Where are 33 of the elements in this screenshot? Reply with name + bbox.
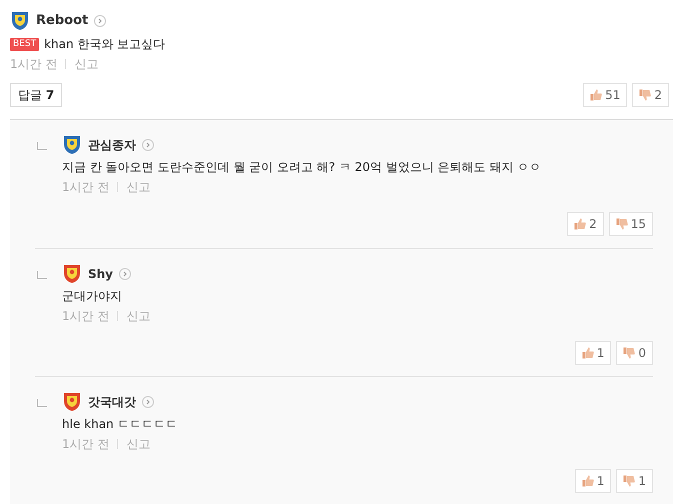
like-button[interactable]: 51	[583, 83, 628, 107]
thumbs-up-icon	[582, 475, 594, 487]
reply-corner-icon	[37, 142, 47, 150]
like-button[interactable]: 2	[567, 212, 604, 236]
comment-text: hle khan ㄷㄷㄷㄷㄷ	[62, 416, 178, 433]
dislike-button[interactable]: 2	[632, 83, 669, 107]
timestamp: 1시간 전	[62, 436, 110, 453]
thumbs-up-icon	[574, 218, 586, 230]
comment-text: khan 한국와 보고싶다	[44, 36, 166, 53]
timestamp: 1시간 전	[10, 56, 58, 73]
like-button[interactable]: 1	[574, 341, 612, 365]
thumbs-up-icon	[582, 347, 594, 359]
timestamp: 1시간 전	[62, 308, 110, 325]
thumbs-down-icon	[623, 347, 636, 359]
best-badge: BEST	[10, 38, 40, 50]
comment-text: 지금 칸 돌아오면 도란수준인데 뭘 굳이 오려고 해? ㅋ 20억 벌었으니 은퇴해도 돼지 ㅇㅇ	[62, 159, 542, 176]
author-name[interactable]: Reboot	[36, 10, 88, 30]
reply-corner-icon	[37, 271, 47, 279]
comment-text: 군대가야지	[62, 288, 123, 305]
dislike-button[interactable]: 0	[616, 341, 653, 365]
reply-corner-icon	[37, 399, 47, 407]
dislike-button[interactable]: 1	[616, 469, 653, 493]
dislike-button[interactable]: 15	[608, 212, 653, 236]
author-name[interactable]: 갓국대갓	[88, 392, 136, 410]
reply-count-button[interactable]: 답글 7	[10, 83, 62, 107]
thumbs-down-icon	[623, 475, 636, 487]
like-button[interactable]: 1	[574, 469, 612, 493]
thumbs-down-icon	[616, 218, 628, 230]
author-name[interactable]: Shy	[88, 264, 114, 282]
author-name[interactable]: 관심종자	[88, 136, 136, 154]
thumbs-down-icon	[639, 89, 652, 101]
thumbs-up-icon	[590, 89, 602, 101]
timestamp: 1시간 전	[62, 179, 110, 196]
